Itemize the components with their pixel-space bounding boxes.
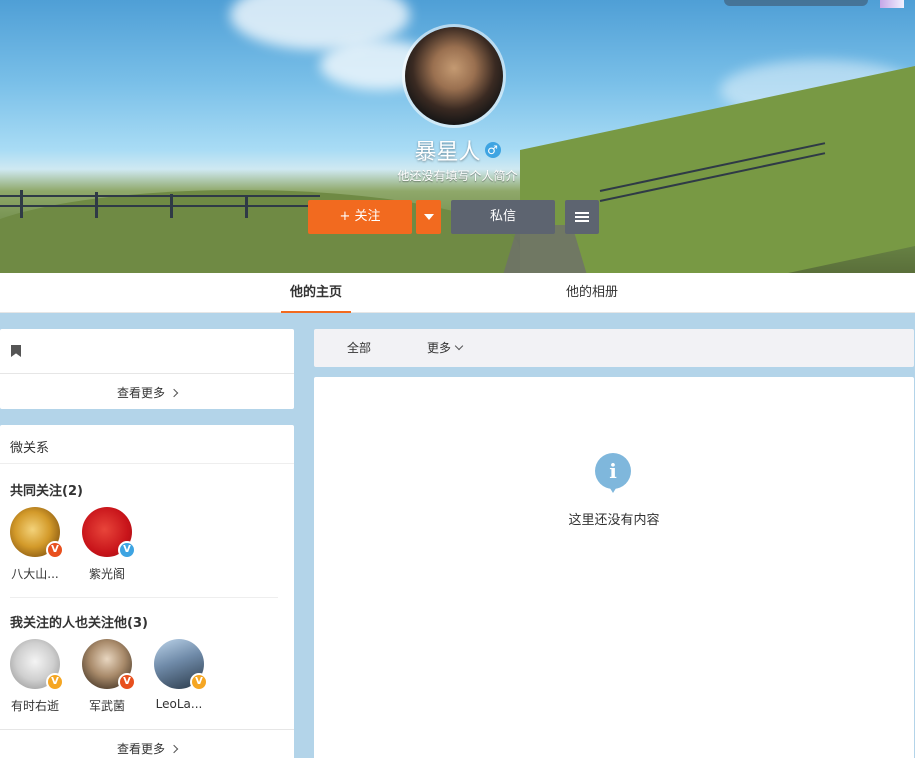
info-icon: i bbox=[595, 453, 631, 497]
cover-banner: 暴星人 ♂ 他还没有填写个人简介 + 关注 私信 bbox=[0, 0, 915, 273]
relations-card: 微关系 共同关注(2) V 八大山... V 紫光阁 我关注的人也关注他(3) … bbox=[0, 425, 294, 758]
fence-post bbox=[245, 196, 248, 218]
menu-icon bbox=[575, 215, 589, 218]
hill-left bbox=[0, 190, 520, 273]
profile-bio: 他还没有填写个人简介 bbox=[397, 169, 518, 183]
profile-name-row: 暴星人 ♂ bbox=[0, 134, 915, 166]
also-follow-title: 我关注的人也关注他(3) bbox=[10, 616, 148, 631]
chevron-down-icon bbox=[454, 341, 464, 351]
divider bbox=[0, 463, 294, 464]
fence-rail bbox=[0, 195, 320, 197]
mutual-follow-title: 共同关注(2) bbox=[10, 484, 83, 499]
avatar: V bbox=[10, 639, 64, 691]
also-user[interactable]: V LeoLa... bbox=[149, 639, 209, 711]
info-circle: i bbox=[595, 453, 631, 489]
info-tail bbox=[608, 485, 618, 493]
avatar: V bbox=[154, 639, 208, 691]
user-name: 军武菌 bbox=[88, 699, 125, 713]
left-card-top: 查看更多 bbox=[0, 329, 294, 409]
avatar: V bbox=[82, 639, 136, 691]
view-more-label: 查看更多 bbox=[116, 386, 165, 400]
verified-badge-icon: V bbox=[46, 673, 64, 691]
profile-name: 暴星人 bbox=[414, 140, 481, 165]
profile-tabs: 他的主页 他的相册 bbox=[0, 273, 915, 313]
fence-post bbox=[95, 192, 98, 218]
message-button[interactable]: 私信 bbox=[451, 200, 555, 234]
bookmark-icon bbox=[11, 345, 21, 357]
divider bbox=[0, 729, 294, 730]
divider bbox=[0, 373, 294, 374]
user-name: 有时右逝 bbox=[10, 699, 59, 713]
tab-album[interactable]: 他的相册 bbox=[556, 273, 628, 313]
corner-thumbnail[interactable] bbox=[880, 0, 904, 8]
divider bbox=[10, 597, 278, 598]
male-icon: ♂ bbox=[484, 142, 501, 158]
user-name: 八大山... bbox=[11, 567, 59, 581]
verified-badge-icon: V bbox=[190, 673, 208, 691]
mutual-user[interactable]: V 紫光阁 bbox=[77, 507, 137, 582]
more-menu-button[interactable] bbox=[565, 200, 599, 234]
mutual-user[interactable]: V 八大山... bbox=[5, 507, 65, 582]
verified-badge-icon: V bbox=[118, 541, 136, 559]
profile-avatar-frame bbox=[402, 24, 506, 128]
feed-filter-bar: 全部 更多 bbox=[314, 329, 914, 367]
caret-down-icon bbox=[423, 213, 434, 220]
search-box[interactable] bbox=[724, 0, 868, 6]
filter-all[interactable]: 全部 bbox=[347, 329, 371, 367]
fence-post bbox=[20, 190, 23, 218]
follow-button[interactable]: + 关注 bbox=[308, 200, 412, 234]
view-more-link[interactable]: 查看更多 bbox=[0, 384, 294, 401]
filter-more-label: 更多 bbox=[427, 341, 452, 355]
verified-badge-icon: V bbox=[46, 541, 64, 559]
follow-dropdown-button[interactable] bbox=[416, 200, 441, 234]
profile-avatar[interactable] bbox=[405, 27, 503, 125]
relations-title: 微关系 bbox=[10, 441, 50, 456]
verified-badge-icon: V bbox=[118, 673, 136, 691]
view-more-link[interactable]: 查看更多 bbox=[0, 740, 294, 757]
chevron-right-icon bbox=[169, 388, 179, 398]
tab-home[interactable]: 他的主页 bbox=[281, 273, 351, 313]
avatar: V bbox=[82, 507, 136, 559]
also-user[interactable]: V 有时右逝 bbox=[5, 639, 65, 714]
feed-content: i 这里还没有内容 bbox=[314, 377, 914, 758]
user-name: LeoLa... bbox=[155, 697, 203, 711]
fence-post bbox=[170, 194, 173, 218]
view-more-label: 查看更多 bbox=[116, 742, 165, 756]
chevron-right-icon bbox=[169, 744, 179, 754]
empty-state-text: 这里还没有内容 bbox=[568, 513, 660, 528]
fence-rail bbox=[0, 205, 320, 207]
avatar: V bbox=[10, 507, 64, 559]
user-name: 紫光阁 bbox=[88, 567, 125, 581]
filter-more[interactable]: 更多 bbox=[427, 329, 464, 367]
also-user[interactable]: V 军武菌 bbox=[77, 639, 137, 714]
